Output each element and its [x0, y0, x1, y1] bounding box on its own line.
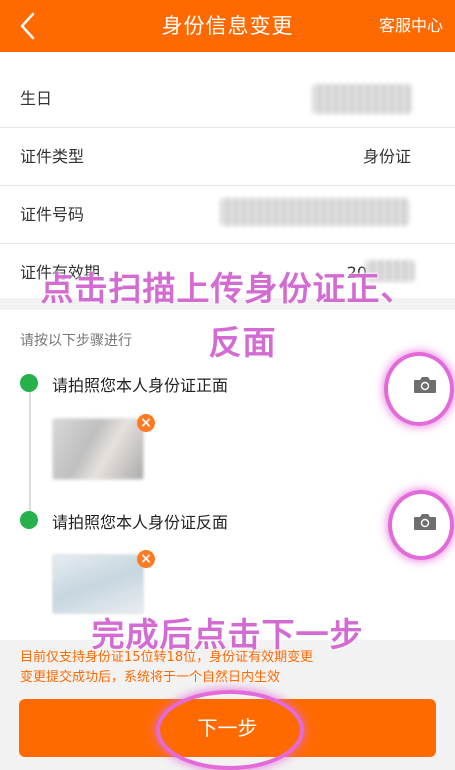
remove-back-photo-button[interactable]: ×	[137, 550, 155, 568]
step-connector-line	[29, 382, 31, 520]
info-row-id-number: 证件号码	[0, 186, 455, 244]
id-front-thumbnail[interactable]	[52, 418, 144, 480]
annotation-ring-back-camera	[388, 490, 454, 560]
customer-service-link[interactable]: 客服中心	[379, 0, 443, 52]
upload-hint-overlay-line2: 反面	[208, 323, 277, 362]
remove-front-photo-button[interactable]: ×	[137, 414, 155, 432]
step-front-text: 请拍照您本人身份证正面	[52, 376, 229, 395]
info-row-id-type: 证件类型 身份证	[0, 128, 455, 186]
upload-hint-overlay-line1: 点击扫描上传身份证正、	[40, 269, 415, 308]
annotation-ring-front-camera	[384, 352, 454, 426]
complete-hint-overlay: 完成后点击下一步	[91, 615, 364, 654]
step-back-text: 请拍照您本人身份证反面	[52, 513, 229, 532]
step-dot-front	[20, 374, 38, 392]
id-back-thumbnail[interactable]	[52, 554, 144, 614]
top-bar: 身份信息变更 客服中心	[0, 0, 455, 52]
blurred-value	[220, 198, 410, 226]
notice-line-2: 变更提交成功后，系统将于一个自然日内生效	[20, 670, 281, 685]
step-dot-back	[20, 511, 38, 529]
row-value: 身份证	[362, 147, 411, 166]
row-label: 生日	[20, 89, 53, 108]
info-row-birthday: 生日	[0, 70, 455, 128]
annotation-ring-next-button	[156, 690, 304, 770]
blurred-value	[312, 84, 412, 114]
row-label: 证件号码	[20, 205, 85, 224]
row-label: 证件类型	[20, 147, 85, 166]
